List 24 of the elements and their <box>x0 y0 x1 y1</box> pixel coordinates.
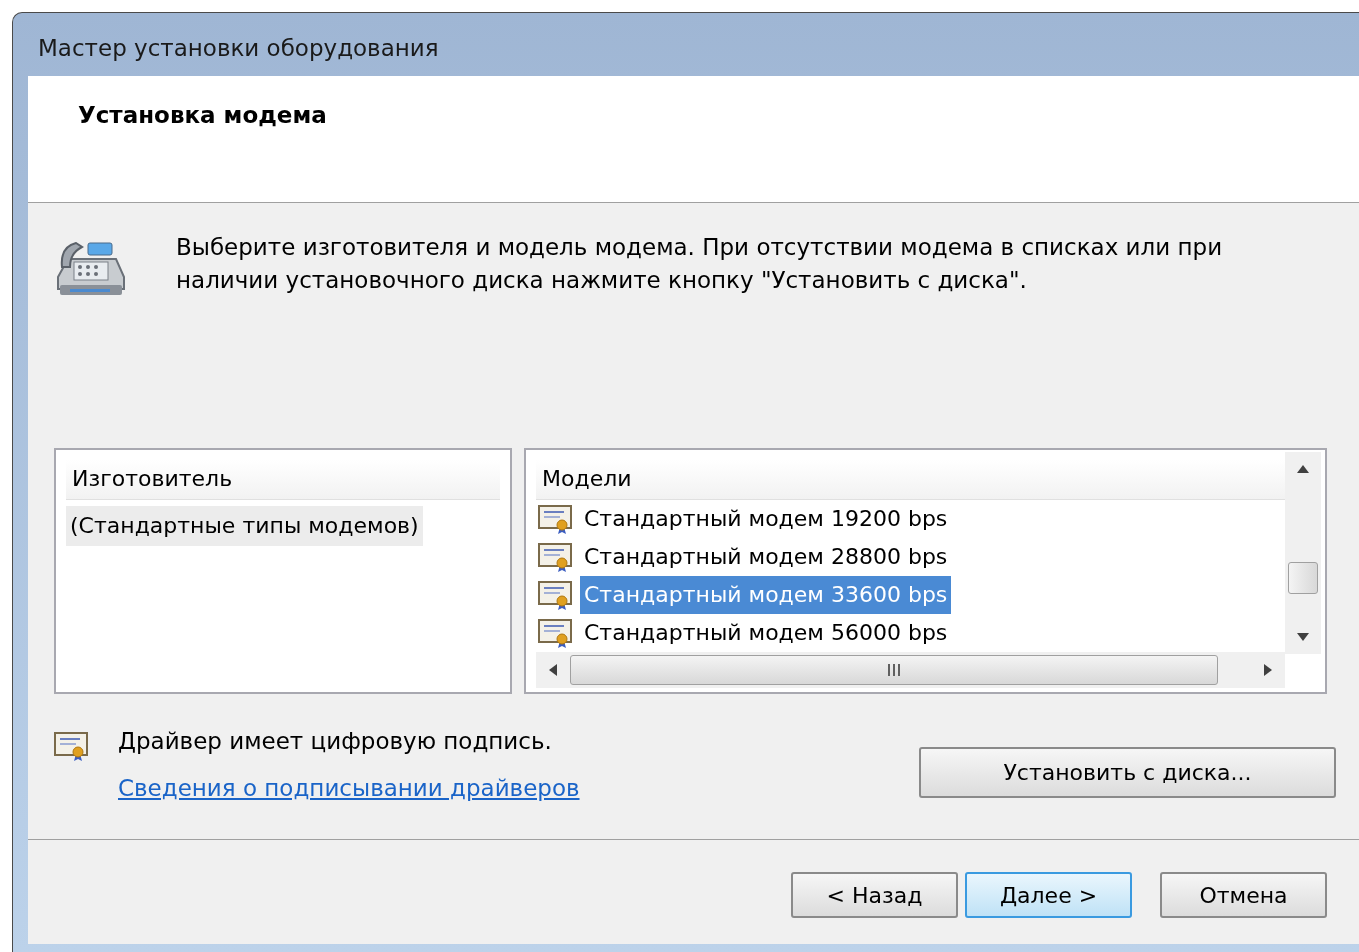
model-item[interactable]: Стандартный модем 33600 bps <box>580 576 952 614</box>
horizontal-scrollbar[interactable] <box>536 652 1285 688</box>
certificate-icon <box>538 579 574 611</box>
vertical-scrollbar[interactable] <box>1285 452 1321 654</box>
model-item[interactable]: Стандартный модем 56000 bps <box>580 614 952 652</box>
certificate-icon <box>54 730 90 762</box>
certificate-icon <box>538 617 574 649</box>
certificate-icon <box>538 541 574 573</box>
page-heading: Установка модема <box>78 102 327 128</box>
dialog-button[interactable]: < Назад <box>791 872 958 918</box>
model-item[interactable]: Стандартный модем 28800 bps <box>580 538 952 576</box>
scrollbar-thumb[interactable] <box>570 655 1218 685</box>
install-from-disk-button[interactable]: Установить с диска... <box>919 747 1336 798</box>
signature-status-text: Драйвер имеет цифровую подпись. <box>118 727 553 756</box>
instruction-text: Выберите изготовителя и модель модема. При отсутствии модема в списках или при наличии установочного диска нажмите кнопку "Установить с диска". <box>176 233 1224 295</box>
manufacturer-item[interactable]: (Стандартные типы модемов) <box>66 506 423 546</box>
dialog-button[interactable]: Отмена <box>1160 872 1327 918</box>
driver-signing-link[interactable]: Сведения о подписывании драйверов <box>118 770 580 805</box>
scrollbar-thumb[interactable] <box>1288 562 1318 594</box>
grip-icon <box>887 664 901 676</box>
dialog-button[interactable]: Далее > <box>965 872 1132 918</box>
window-title: Мастер установки оборудования <box>38 34 439 64</box>
model-item[interactable]: Стандартный модем 19200 bps <box>580 500 952 538</box>
certificate-icon <box>538 503 574 535</box>
